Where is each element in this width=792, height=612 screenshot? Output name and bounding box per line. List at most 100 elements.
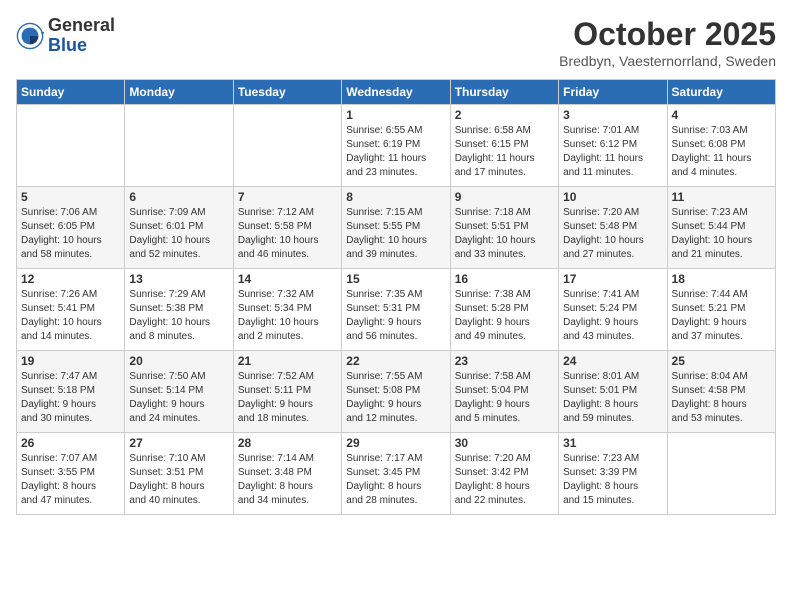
calendar-cell: 15 Sunrise: 7:35 AM Sunset: 5:31 PM Dayli… [342, 269, 450, 351]
day-number: 17 [563, 272, 662, 286]
day-info: Sunrise: 7:18 AM Sunset: 5:51 PM Dayligh… [455, 206, 554, 262]
calendar-cell: 11 Sunrise: 7:23 AM Sunset: 5:44 PM Dayli… [667, 187, 775, 269]
day-info: Sunrise: 7:07 AM Sunset: 3:55 PM Dayligh… [21, 452, 120, 508]
day-number: 27 [129, 436, 228, 450]
weekday-header-sunday: Sunday [17, 80, 125, 105]
day-number: 25 [672, 354, 771, 368]
day-info: Sunrise: 7:26 AM Sunset: 5:41 PM Dayligh… [21, 288, 120, 344]
day-info: Sunrise: 7:23 AM Sunset: 5:44 PM Dayligh… [672, 206, 771, 262]
calendar-cell: 5 Sunrise: 7:06 AM Sunset: 6:05 PM Daylig… [17, 187, 125, 269]
calendar-cell: 21 Sunrise: 7:52 AM Sunset: 5:11 PM Dayli… [233, 351, 341, 433]
month-title: October 2025 [559, 16, 776, 53]
day-info: Sunrise: 7:55 AM Sunset: 5:08 PM Dayligh… [346, 370, 445, 426]
calendar-cell: 30 Sunrise: 7:20 AM Sunset: 3:42 PM Dayli… [450, 433, 558, 515]
day-info: Sunrise: 7:38 AM Sunset: 5:28 PM Dayligh… [455, 288, 554, 344]
weekday-header-monday: Monday [125, 80, 233, 105]
calendar-week-4: 26 Sunrise: 7:07 AM Sunset: 3:55 PM Dayli… [17, 433, 776, 515]
calendar-cell: 23 Sunrise: 7:58 AM Sunset: 5:04 PM Dayli… [450, 351, 558, 433]
calendar-cell: 4 Sunrise: 7:03 AM Sunset: 6:08 PM Daylig… [667, 105, 775, 187]
calendar-cell: 28Sunrise: 7:14 AM Sunset: 3:48 PM Dayli… [233, 433, 341, 515]
day-info: Sunrise: 7:52 AM Sunset: 5:11 PM Dayligh… [238, 370, 337, 426]
day-number: 7 [238, 190, 337, 204]
weekday-header-row: SundayMondayTuesdayWednesdayThursdayFrid… [17, 80, 776, 105]
day-info: Sunrise: 8:04 AM Sunset: 4:58 PM Dayligh… [672, 370, 771, 426]
weekday-header-friday: Friday [559, 80, 667, 105]
calendar-cell: 7 Sunrise: 7:12 AM Sunset: 5:58 PM Daylig… [233, 187, 341, 269]
calendar-cell: 27 Sunrise: 7:10 AM Sunset: 3:51 PM Dayli… [125, 433, 233, 515]
weekday-header-thursday: Thursday [450, 80, 558, 105]
day-number: 13 [129, 272, 228, 286]
day-info: Sunrise: 7:09 AM Sunset: 6:01 PM Dayligh… [129, 206, 228, 262]
day-info: Sunrise: 7:32 AM Sunset: 5:34 PM Dayligh… [238, 288, 337, 344]
day-number: 2 [455, 108, 554, 122]
calendar-cell [17, 105, 125, 187]
day-info: Sunrise: 7:14 AM Sunset: 3:48 PM Dayligh… [238, 452, 337, 508]
day-info: Sunrise: 7:10 AM Sunset: 3:51 PM Dayligh… [129, 452, 228, 508]
day-info: Sunrise: 7:58 AM Sunset: 5:04 PM Dayligh… [455, 370, 554, 426]
calendar-cell: 26 Sunrise: 7:07 AM Sunset: 3:55 PM Dayli… [17, 433, 125, 515]
day-number: 4 [672, 108, 771, 122]
day-number: 14 [238, 272, 337, 286]
day-info: Sunrise: 7:50 AM Sunset: 5:14 PM Dayligh… [129, 370, 228, 426]
day-info: Sunrise: 7:03 AM Sunset: 6:08 PM Dayligh… [672, 124, 771, 180]
logo-blue-text: Blue [48, 36, 115, 56]
day-info: Sunrise: 7:23 AM Sunset: 3:39 PM Dayligh… [563, 452, 662, 508]
day-info: Sunrise: 7:06 AM Sunset: 6:05 PM Dayligh… [21, 206, 120, 262]
day-number: 15 [346, 272, 445, 286]
calendar-cell: 19Sunrise: 7:47 AM Sunset: 5:18 PM Dayli… [17, 351, 125, 433]
day-info: Sunrise: 7:12 AM Sunset: 5:58 PM Dayligh… [238, 206, 337, 262]
day-info: Sunrise: 6:58 AM Sunset: 6:15 PM Dayligh… [455, 124, 554, 180]
calendar-cell: 29Sunrise: 7:17 AM Sunset: 3:45 PM Dayli… [342, 433, 450, 515]
day-info: Sunrise: 7:15 AM Sunset: 5:55 PM Dayligh… [346, 206, 445, 262]
calendar-cell: 2 Sunrise: 6:58 AM Sunset: 6:15 PM Daylig… [450, 105, 558, 187]
location-text: Bredbyn, Vaesternorrland, Sweden [559, 53, 776, 69]
calendar-body: 1Sunrise: 6:55 AM Sunset: 6:19 PM Daylig… [17, 105, 776, 515]
weekday-header-saturday: Saturday [667, 80, 775, 105]
day-number: 5 [21, 190, 120, 204]
calendar-cell: 24Sunrise: 8:01 AM Sunset: 5:01 PM Dayli… [559, 351, 667, 433]
day-info: Sunrise: 7:35 AM Sunset: 5:31 PM Dayligh… [346, 288, 445, 344]
logo-general-text: General [48, 16, 115, 36]
day-info: Sunrise: 7:41 AM Sunset: 5:24 PM Dayligh… [563, 288, 662, 344]
calendar-cell: 13 Sunrise: 7:29 AM Sunset: 5:38 PM Dayli… [125, 269, 233, 351]
calendar-week-1: 5 Sunrise: 7:06 AM Sunset: 6:05 PM Daylig… [17, 187, 776, 269]
day-number: 30 [455, 436, 554, 450]
day-info: Sunrise: 7:44 AM Sunset: 5:21 PM Dayligh… [672, 288, 771, 344]
logo-text: General Blue [48, 16, 115, 56]
calendar-week-0: 1Sunrise: 6:55 AM Sunset: 6:19 PM Daylig… [17, 105, 776, 187]
day-number: 24 [563, 354, 662, 368]
day-info: Sunrise: 7:01 AM Sunset: 6:12 PM Dayligh… [563, 124, 662, 180]
page-container: General Blue October 2025 Bredbyn, Vaest… [0, 0, 792, 523]
logo: General Blue [16, 16, 115, 56]
day-number: 29 [346, 436, 445, 450]
day-number: 20 [129, 354, 228, 368]
day-number: 12 [21, 272, 120, 286]
calendar-cell [667, 433, 775, 515]
calendar-cell: 16Sunrise: 7:38 AM Sunset: 5:28 PM Dayli… [450, 269, 558, 351]
day-number: 11 [672, 190, 771, 204]
day-number: 19 [21, 354, 120, 368]
calendar-cell: 25 Sunrise: 8:04 AM Sunset: 4:58 PM Dayli… [667, 351, 775, 433]
calendar-week-3: 19Sunrise: 7:47 AM Sunset: 5:18 PM Dayli… [17, 351, 776, 433]
calendar-table: SundayMondayTuesdayWednesdayThursdayFrid… [16, 79, 776, 515]
calendar-cell: 12 Sunrise: 7:26 AM Sunset: 5:41 PM Dayli… [17, 269, 125, 351]
calendar-cell: 18Sunrise: 7:44 AM Sunset: 5:21 PM Dayli… [667, 269, 775, 351]
day-number: 10 [563, 190, 662, 204]
calendar-cell: 9Sunrise: 7:18 AM Sunset: 5:51 PM Daylig… [450, 187, 558, 269]
day-info: Sunrise: 6:55 AM Sunset: 6:19 PM Dayligh… [346, 124, 445, 180]
calendar-cell: 1Sunrise: 6:55 AM Sunset: 6:19 PM Daylig… [342, 105, 450, 187]
calendar-week-2: 12 Sunrise: 7:26 AM Sunset: 5:41 PM Dayli… [17, 269, 776, 351]
day-info: Sunrise: 7:20 AM Sunset: 5:48 PM Dayligh… [563, 206, 662, 262]
calendar-cell: 20 Sunrise: 7:50 AM Sunset: 5:14 PM Dayli… [125, 351, 233, 433]
day-number: 31 [563, 436, 662, 450]
calendar-cell: 31 Sunrise: 7:23 AM Sunset: 3:39 PM Dayli… [559, 433, 667, 515]
day-info: Sunrise: 7:20 AM Sunset: 3:42 PM Dayligh… [455, 452, 554, 508]
calendar-cell: 10 Sunrise: 7:20 AM Sunset: 5:48 PM Dayli… [559, 187, 667, 269]
day-number: 21 [238, 354, 337, 368]
day-info: Sunrise: 7:29 AM Sunset: 5:38 PM Dayligh… [129, 288, 228, 344]
day-number: 23 [455, 354, 554, 368]
calendar-cell [233, 105, 341, 187]
day-number: 26 [21, 436, 120, 450]
logo-icon [16, 22, 44, 50]
calendar-cell: 14 Sunrise: 7:32 AM Sunset: 5:34 PM Dayli… [233, 269, 341, 351]
